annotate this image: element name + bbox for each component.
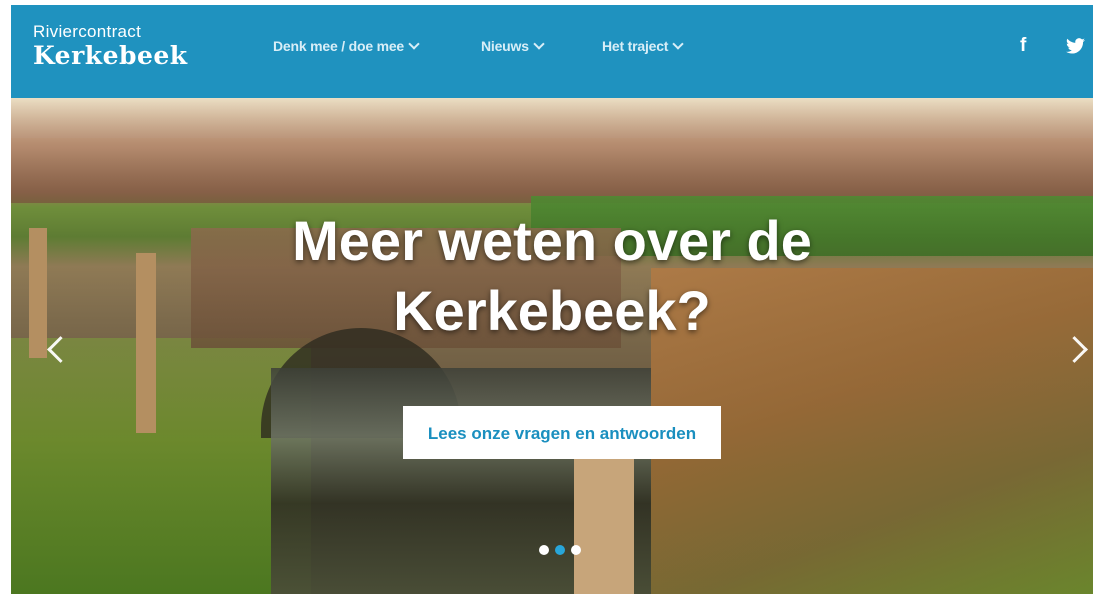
logo-title: Kerkebeek bbox=[33, 41, 188, 70]
chevron-down-icon bbox=[533, 38, 545, 50]
carousel-dot-1[interactable] bbox=[539, 545, 549, 555]
hero-title-line-1: Meer weten over de bbox=[292, 209, 812, 272]
hero-image-fence-post bbox=[574, 438, 634, 594]
nav-item-label: Nieuws bbox=[481, 38, 529, 54]
carousel-dot-3[interactable] bbox=[571, 545, 581, 555]
hero-title: Meer weten over de Kerkebeek? bbox=[11, 206, 1093, 346]
nav-item-nieuws[interactable]: Nieuws bbox=[481, 38, 545, 54]
hero-carousel: Meer weten over de Kerkebeek? Lees onze … bbox=[11, 98, 1093, 594]
logo-subtitle: Riviercontract bbox=[33, 22, 142, 41]
nav-item-label: Het traject bbox=[602, 38, 669, 54]
hero-image-left-bank bbox=[11, 338, 311, 594]
hero-image-trees bbox=[11, 98, 1093, 203]
top-navigation-bar: Riviercontract Kerkebeek Denk mee / doe … bbox=[11, 5, 1093, 98]
carousel-indicators bbox=[539, 542, 587, 560]
site-logo[interactable]: Riviercontract Kerkebeek bbox=[33, 23, 188, 68]
twitter-icon[interactable] bbox=[1066, 38, 1085, 59]
facebook-icon[interactable]: f bbox=[1020, 35, 1026, 57]
carousel-dot-2[interactable] bbox=[555, 545, 565, 555]
chevron-down-icon bbox=[408, 38, 420, 50]
nav-item-label: Denk mee / doe mee bbox=[273, 38, 405, 54]
chevron-down-icon bbox=[672, 38, 684, 50]
page-frame: Riviercontract Kerkebeek Denk mee / doe … bbox=[11, 5, 1093, 594]
twitter-bird-glyph bbox=[1066, 38, 1085, 54]
nav-item-denk-mee[interactable]: Denk mee / doe mee bbox=[273, 38, 420, 54]
nav-item-het-traject[interactable]: Het traject bbox=[602, 38, 684, 54]
hero-title-line-2: Kerkebeek? bbox=[393, 279, 711, 342]
faq-cta-button[interactable]: Lees onze vragen en antwoorden bbox=[403, 406, 721, 459]
